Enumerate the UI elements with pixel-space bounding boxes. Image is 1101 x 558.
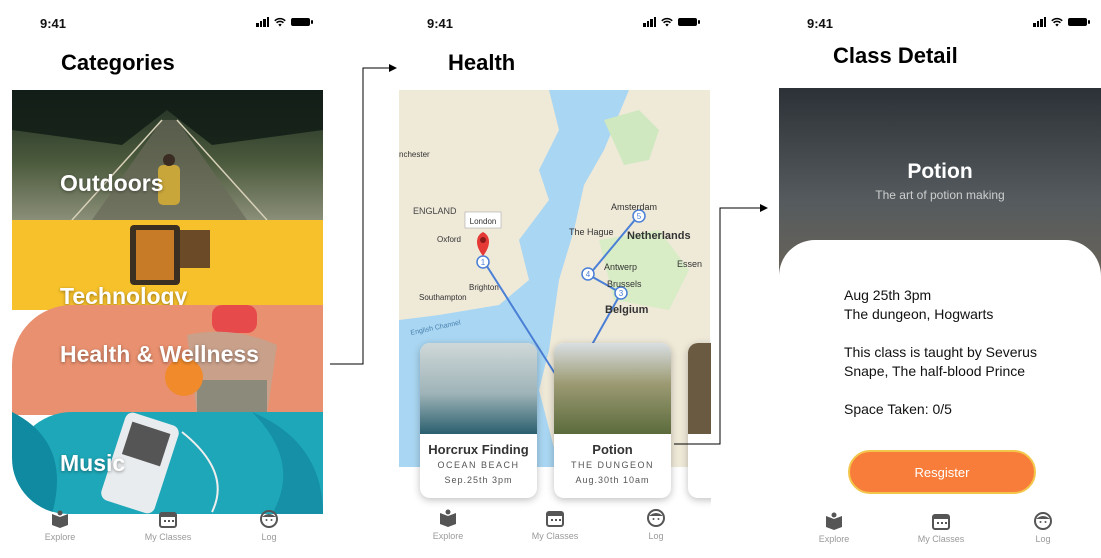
class-info-sheet: Aug 25th 3pm The dungeon, Hogwarts This … [779,240,1101,558]
map-pin-label: London [470,217,497,226]
class-space: Space Taken: 0/5 [844,401,952,417]
battery-icon [291,18,313,26]
status-time: 9:41 [40,16,67,31]
status-icons [1033,17,1090,27]
nav-explore[interactable]: Explore [799,512,869,544]
nav-label: My Classes [531,531,579,541]
class-teacher: This class is taught by Severus Snape, T… [844,344,1037,379]
category-label: Health & Wellness [60,341,259,367]
status-icons [643,17,700,27]
class-when: Aug 25th 3pm [844,287,932,303]
signal-icon [643,17,656,27]
nav-label: Explore [432,531,464,541]
status-icons [256,17,313,27]
map-place: Belgium [605,304,649,316]
nav-label: Explore [44,532,76,542]
card-photo [420,343,537,434]
outdoors-photo [12,90,323,220]
signal-icon [256,17,269,27]
category-list: Outdoors Technology Health & Wellness Mu… [12,90,323,514]
status-time: 9:41 [427,16,454,31]
map-place: Antwerp [604,262,637,272]
face-icon [260,510,278,528]
nav-explore[interactable]: Explore [413,509,483,541]
category-label: Outdoors [60,170,164,196]
nav-label: Log [648,531,664,541]
card-location: OCEAN BEACH [437,460,520,470]
nav-label: Explore [818,534,850,544]
category-health-wellness[interactable]: Health & Wellness [12,305,323,415]
class-name: Potion [907,160,973,183]
page-title: Health [448,50,516,75]
calendar-icon [546,511,564,527]
page-title: Categories [61,50,175,75]
nav-label: My Classes [917,534,965,544]
nav-log[interactable]: Log [1008,512,1078,544]
status-bar: 9:41 [807,15,1101,33]
card-photo [554,343,671,434]
map-place: Brussels [607,279,642,289]
nav-log[interactable]: Log [234,510,304,542]
map-place: Amsterdam [611,202,657,212]
card-date: Aug.30th 10am [575,475,650,485]
wifi-icon [661,17,673,27]
flow-arrow-health-to-detail [674,204,768,445]
card-date: Sep.25th 3pm [444,475,513,485]
face-icon [647,509,665,527]
class-where: The dungeon, Hogwarts [844,306,994,322]
signal-icon [1033,17,1046,27]
class-card-horcrux[interactable]: Horcrux Finding OCEAN BEACH Sep.25th 3pm [420,343,537,498]
calendar-icon [159,512,177,528]
nav-my-classes[interactable]: My Classes [133,510,203,542]
face-icon [1034,512,1052,530]
bottom-nav: Explore My Classes Log [399,509,711,553]
bottom-nav: Explore My Classes Log [12,510,324,554]
route-stop-label: 3 [619,289,624,298]
map-place: ENGLAND [413,206,457,216]
status-time: 9:41 [807,16,834,31]
class-subtitle: The art of potion making [875,188,1005,202]
class-info: Aug 25th 3pm The dungeon, Hogwarts This … [844,286,1059,438]
route-stop-label: 1 [481,258,486,267]
register-button[interactable]: Resgister [848,450,1036,494]
categories-screen: 9:41 Categories Outdoors Technology Heal… [12,0,324,558]
map-place: Oxford [437,235,461,244]
category-label: Music [60,450,126,476]
category-music[interactable]: Music [12,412,323,514]
card-title: Horcrux Finding [428,442,529,457]
book-icon [826,512,842,530]
category-technology[interactable]: Technology [12,220,323,310]
music-photo [12,412,323,514]
calendar-icon [932,514,950,530]
flow-arrow-categories-to-health [330,64,397,365]
class-detail-screen: 9:41 Class Detail Potion The art of poti… [779,0,1101,558]
category-outdoors[interactable]: Outdoors [12,90,323,220]
card-title: Potion [592,442,633,457]
map-place: The Hague [569,227,614,237]
route-stop-label: 4 [586,270,591,279]
class-card-potion[interactable]: Potion THE DUNGEON Aug.30th 10am [554,343,671,498]
nav-my-classes[interactable]: My Classes [906,512,976,544]
health-screen: 9:41 Health 1 3 4 5 London ENGLAND Oxfor… [399,0,711,558]
route-stop-label: 5 [637,212,642,221]
nav-label: Log [261,532,277,542]
wifi-icon [1051,17,1063,27]
map-place: Southampton [419,293,467,302]
wifi-icon [274,17,286,27]
nav-explore[interactable]: Explore [25,510,95,542]
status-bar: 9:41 [40,15,324,33]
nav-label: Log [1035,534,1051,544]
battery-icon [678,18,700,26]
status-bar: 9:41 [427,15,711,33]
bottom-nav: Explore My Classes Log [779,512,1101,556]
book-icon [52,510,68,528]
nav-log[interactable]: Log [621,509,691,541]
card-location: THE DUNGEON [570,460,654,470]
book-icon [440,509,456,527]
page-title: Class Detail [833,43,958,68]
map-place: Brighton [469,283,499,292]
nav-label: My Classes [144,532,192,542]
battery-icon [1068,18,1090,26]
nav-my-classes[interactable]: My Classes [520,509,590,541]
